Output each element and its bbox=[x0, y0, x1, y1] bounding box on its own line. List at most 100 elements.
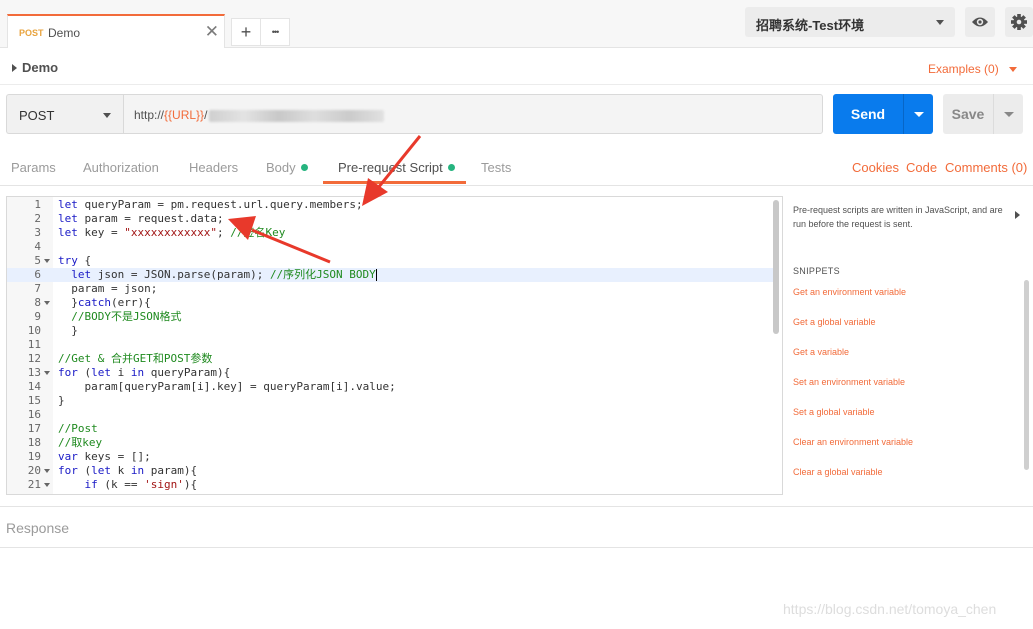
code-line[interactable]: 4 bbox=[7, 240, 774, 254]
code-line[interactable]: 10 } bbox=[7, 324, 774, 338]
tab-authorization[interactable]: Authorization bbox=[83, 160, 159, 175]
editor-scrollbar[interactable] bbox=[773, 200, 779, 334]
snippets-heading: SNIPPETS bbox=[793, 266, 840, 276]
prerequest-description: Pre-request scripts are written in JavaS… bbox=[793, 205, 1003, 229]
eye-icon bbox=[972, 17, 988, 27]
tab-body[interactable]: Body bbox=[266, 160, 308, 175]
code-text: let key = "xxxxxxxxxxxx"; //签名Key bbox=[58, 226, 286, 239]
line-number: 9 bbox=[34, 310, 41, 323]
code-text: param = json; bbox=[58, 282, 158, 295]
chevron-right-icon[interactable] bbox=[12, 64, 17, 72]
code-line[interactable]: 2 let param = request.data; bbox=[7, 212, 774, 226]
examples-link[interactable]: Examples (0) bbox=[928, 62, 999, 76]
code-line[interactable]: 6 let json = JSON.parse(param); //序列化JSO… bbox=[7, 268, 774, 282]
line-number: 3 bbox=[34, 226, 41, 239]
snippet-link[interactable]: Get a variable bbox=[793, 347, 849, 357]
tab-tests[interactable]: Tests bbox=[481, 160, 511, 175]
code-line[interactable]: 7 param = json; bbox=[7, 282, 774, 296]
tab-params[interactable]: Params bbox=[11, 160, 56, 175]
code-line[interactable]: 3 let key = "xxxxxxxxxxxx"; //签名Key bbox=[7, 226, 774, 240]
code-line[interactable]: 18 //取key bbox=[7, 436, 774, 450]
settings-button[interactable] bbox=[1005, 7, 1033, 37]
fold-chevron-icon[interactable] bbox=[44, 259, 50, 263]
code-line[interactable]: 5 try { bbox=[7, 254, 774, 268]
url-variable: {{URL}} bbox=[164, 108, 205, 122]
tab-prerequest-label: Pre-request Script bbox=[338, 160, 443, 175]
chevron-down-icon bbox=[914, 112, 924, 117]
code-line[interactable]: 11 bbox=[7, 338, 774, 352]
code-line[interactable]: 13 for (let i in queryParam){ bbox=[7, 366, 774, 380]
save-button[interactable]: Save bbox=[943, 94, 993, 134]
code-line[interactable]: 1 let queryParam = pm.request.url.query.m… bbox=[7, 198, 774, 212]
code-line[interactable]: 21 if (k == 'sign'){ bbox=[7, 478, 774, 492]
snippet-link[interactable]: Set an environment variable bbox=[793, 377, 905, 387]
snippet-link[interactable]: Get an environment variable bbox=[793, 287, 906, 297]
snippet-link[interactable]: Set a global variable bbox=[793, 407, 875, 417]
code-line[interactable]: 17 //Post bbox=[7, 422, 774, 436]
chevron-down-icon[interactable] bbox=[1009, 67, 1017, 72]
code-line[interactable]: 9 //BODY不是JSON格式 bbox=[7, 310, 774, 324]
fold-chevron-icon[interactable] bbox=[44, 483, 50, 487]
save-options-button[interactable] bbox=[993, 94, 1023, 134]
fold-chevron-icon[interactable] bbox=[44, 301, 50, 305]
line-number: 7 bbox=[34, 282, 41, 295]
cookies-link[interactable]: Cookies bbox=[852, 160, 899, 175]
send-options-button[interactable] bbox=[903, 94, 933, 134]
code-line[interactable]: 12 //Get & 合并GET和POST参数 bbox=[7, 352, 774, 366]
code-line[interactable]: 20 for (let k in param){ bbox=[7, 464, 774, 478]
chevron-down-icon bbox=[103, 113, 111, 118]
code-text: for (let i in queryParam){ bbox=[58, 366, 231, 379]
request-name-row: Demo Examples (0) bbox=[0, 49, 1033, 85]
chevron-down-icon bbox=[1004, 112, 1014, 117]
close-icon[interactable]: ✕ bbox=[205, 22, 219, 42]
code-text: param[queryParam[i].key] = queryParam[i]… bbox=[58, 380, 396, 393]
line-number: 8 bbox=[34, 296, 41, 309]
snippet-link[interactable]: Get a global variable bbox=[793, 317, 876, 327]
tab-label: Demo bbox=[48, 26, 81, 40]
side-panel-scrollbar[interactable] bbox=[1024, 280, 1029, 470]
method-select[interactable]: POST bbox=[6, 94, 123, 134]
chevron-right-icon[interactable] bbox=[1015, 211, 1020, 219]
request-title: Demo bbox=[22, 60, 59, 75]
tab-headers[interactable]: Headers bbox=[189, 160, 238, 175]
snippet-link[interactable]: Clear an environment variable bbox=[793, 437, 913, 447]
comments-link[interactable]: Comments (0) bbox=[945, 160, 1027, 175]
line-number: 21 bbox=[27, 478, 41, 491]
snippet-link[interactable]: Clear a global variable bbox=[793, 467, 883, 477]
url-input[interactable]: http://{{URL}}/ bbox=[123, 94, 823, 134]
send-button[interactable]: Send bbox=[833, 94, 903, 134]
code-line[interactable]: 15} bbox=[7, 394, 774, 408]
code-text: //Post bbox=[58, 422, 98, 435]
environment-select[interactable]: 招聘系统-Test环境 bbox=[745, 7, 955, 37]
environment-label: 招聘系统-Test环境 bbox=[756, 18, 865, 33]
watermark-text: https://blog.csdn.net/tomoya_chen bbox=[783, 601, 997, 617]
url-prefix: http:// bbox=[134, 108, 165, 122]
code-link[interactable]: Code bbox=[906, 160, 937, 175]
line-number: 6 bbox=[34, 268, 41, 281]
environment-quick-look-button[interactable] bbox=[965, 7, 995, 37]
fold-chevron-icon[interactable] bbox=[44, 371, 50, 375]
more-tabs-button[interactable]: ••• bbox=[260, 18, 290, 46]
line-number: 13 bbox=[27, 366, 41, 379]
line-number: 12 bbox=[27, 352, 41, 365]
code-text: let queryParam = pm.request.url.query.me… bbox=[58, 198, 363, 211]
code-line[interactable]: 19 var keys = []; bbox=[7, 450, 774, 464]
new-tab-button[interactable]: + bbox=[231, 18, 261, 46]
tab-prerequest-script[interactable]: Pre-request Script bbox=[338, 160, 455, 175]
code-line[interactable]: 8 }catch(err){ bbox=[7, 296, 774, 310]
script-editor[interactable]: 1 let queryParam = pm.request.url.query.m… bbox=[6, 196, 783, 495]
code-text: let json = JSON.parse(param); //序列化JSON … bbox=[71, 268, 377, 281]
chevron-down-icon bbox=[936, 20, 944, 25]
request-tab-demo[interactable]: POST Demo ✕ bbox=[7, 14, 225, 48]
redacted-url-path bbox=[209, 109, 385, 122]
code-line[interactable]: 14 param[queryParam[i].key] = queryParam… bbox=[7, 380, 774, 394]
line-number: 20 bbox=[27, 464, 41, 477]
line-number: 17 bbox=[27, 422, 41, 435]
line-number: 15 bbox=[27, 394, 41, 407]
code-text: let param = request.data; bbox=[58, 212, 224, 225]
active-dot-icon bbox=[447, 164, 455, 172]
fold-chevron-icon[interactable] bbox=[44, 469, 50, 473]
line-number: 2 bbox=[34, 212, 41, 225]
text-cursor bbox=[375, 269, 377, 281]
code-line[interactable]: 16 bbox=[7, 408, 774, 422]
